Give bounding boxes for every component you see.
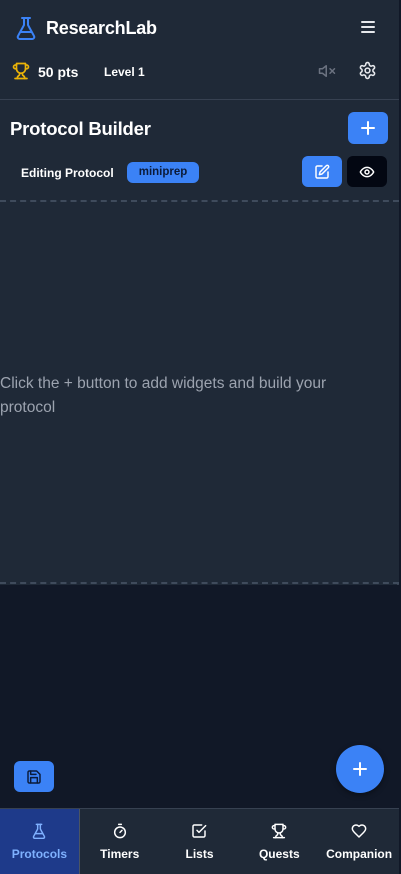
app-title: ResearchLab bbox=[46, 18, 157, 38]
edit-button[interactable] bbox=[302, 156, 342, 187]
nav-item-quests[interactable]: Quests bbox=[239, 809, 319, 874]
edit-icon bbox=[314, 164, 330, 180]
nav-item-companion[interactable]: Companion bbox=[319, 809, 399, 874]
nav-label: Companion bbox=[326, 847, 393, 861]
points-display: 50 pts bbox=[38, 64, 79, 80]
nav-label: Lists bbox=[185, 847, 214, 861]
stopwatch-icon bbox=[112, 823, 128, 839]
nav-label: Timers bbox=[100, 847, 140, 861]
add-widget-button[interactable] bbox=[336, 745, 384, 793]
plus-icon bbox=[352, 761, 368, 777]
save-button[interactable] bbox=[14, 761, 54, 792]
level-display: Level 1 bbox=[104, 65, 145, 79]
menu-icon[interactable] bbox=[359, 18, 377, 36]
protocol-canvas[interactable]: Click the + button to add widgets and bu… bbox=[0, 200, 399, 584]
plus-icon bbox=[360, 120, 376, 136]
heart-icon bbox=[351, 823, 367, 839]
eye-icon bbox=[359, 164, 375, 180]
add-protocol-button[interactable] bbox=[348, 112, 388, 144]
nav-item-protocols[interactable]: Protocols bbox=[0, 809, 80, 874]
trophy-icon bbox=[12, 62, 30, 80]
protocol-name-badge[interactable]: miniprep bbox=[127, 162, 199, 183]
builder-header: Protocol Builder Editing Protocol minipr… bbox=[0, 100, 399, 201]
save-icon bbox=[26, 769, 42, 785]
nav-label: Quests bbox=[258, 847, 300, 861]
nav-item-lists[interactable]: Lists bbox=[160, 809, 240, 874]
empty-state-message: Click the + button to add widgets and bu… bbox=[0, 375, 327, 416]
top-bar: ResearchLab 50 pts Level 1 bbox=[0, 0, 399, 100]
flask-icon bbox=[31, 823, 47, 839]
mute-icon[interactable] bbox=[318, 62, 336, 80]
page-title: Protocol Builder bbox=[10, 118, 151, 139]
editing-label: Editing Protocol bbox=[21, 166, 114, 180]
flask-icon bbox=[15, 16, 37, 40]
checkbox-icon bbox=[191, 823, 207, 839]
settings-icon[interactable] bbox=[358, 61, 377, 80]
lower-area bbox=[0, 585, 399, 808]
nav-label: Protocols bbox=[11, 847, 68, 861]
app-window: ResearchLab 50 pts Level 1 Protocol Buil… bbox=[0, 0, 399, 874]
trophy-icon bbox=[271, 823, 287, 839]
preview-button[interactable] bbox=[347, 156, 387, 187]
nav-item-timers[interactable]: Timers bbox=[80, 809, 160, 874]
bottom-nav: Protocols Timers Lists Quests Companion bbox=[0, 808, 399, 874]
